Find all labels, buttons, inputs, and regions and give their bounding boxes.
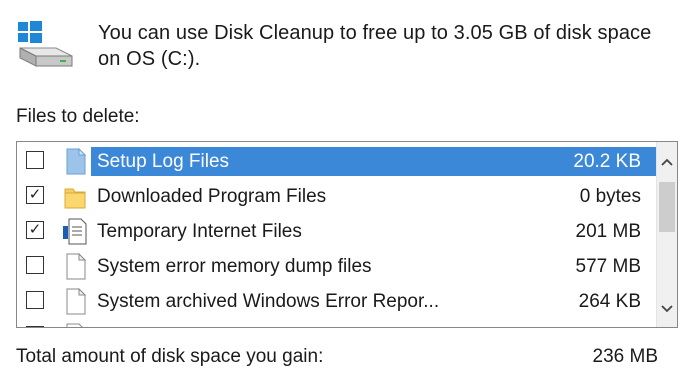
file-label: Setup Log Files: [97, 151, 230, 172]
cleanup-summary-text: You can use Disk Cleanup to free up to 3…: [98, 22, 652, 70]
files-to-delete-label: Files to delete:: [16, 106, 140, 127]
checkbox-downloaded-program-files[interactable]: ✓: [26, 186, 44, 204]
file-size: 264 KB: [578, 291, 641, 312]
scroll-up-arrow-icon[interactable]: [657, 152, 677, 172]
file-icon: [62, 287, 88, 315]
file-icon: [62, 252, 88, 280]
list-item-downloaded-program-files[interactable]: ✓ Downloaded Program Files 0 bytes: [17, 179, 657, 214]
file-size: 577 MB: [575, 256, 641, 277]
scrollbar-thumb[interactable]: [659, 182, 675, 232]
file-size: 201 MB: [575, 221, 641, 242]
file-label: Downloaded Program Files: [97, 186, 327, 207]
file-icon: [62, 323, 88, 327]
checkbox-system-error-memory-dump-files[interactable]: [26, 256, 44, 274]
total-space-gain-label: Total amount of disk space you gain:: [16, 346, 324, 367]
total-space-gain-value: 236 MB: [592, 346, 658, 367]
file-size: 20.2 KB: [573, 151, 641, 172]
checkbox-partial[interactable]: [26, 326, 44, 327]
file-label: System archived Windows Error Repor...: [97, 291, 440, 312]
list-item-partial[interactable]: [17, 319, 657, 327]
checkbox-setup-log-files[interactable]: [26, 151, 44, 169]
hard-drive-icon: [19, 47, 73, 67]
list-item-temporary-internet-files[interactable]: ✓ Temporary Internet Files 201 MB: [17, 214, 657, 249]
scroll-down-arrow-icon[interactable]: [657, 299, 677, 319]
disk-cleanup-header-icon: [16, 18, 76, 70]
checkbox-temporary-internet-files[interactable]: ✓: [26, 221, 44, 239]
internet-file-icon: [62, 218, 88, 245]
list-item-setup-log-files[interactable]: Setup Log Files 20.2 KB: [17, 144, 657, 179]
windows-logo-icon: [18, 21, 42, 43]
checkbox-system-archived-windows-error-reports[interactable]: [26, 291, 44, 309]
list-item-system-error-memory-dump-files[interactable]: System error memory dump files 577 MB: [17, 249, 657, 284]
file-label: System error memory dump files: [97, 256, 372, 277]
folder-icon: [62, 183, 88, 210]
list-scrollbar[interactable]: [656, 142, 677, 327]
file-label: Temporary Internet Files: [97, 221, 302, 242]
log-file-icon: [62, 147, 88, 175]
files-to-delete-list[interactable]: Setup Log Files 20.2 KB ✓ Downloaded Pro…: [16, 141, 678, 328]
file-size: 0 bytes: [579, 186, 641, 207]
list-item-system-archived-windows-error-reports[interactable]: System archived Windows Error Repor... 2…: [17, 284, 657, 319]
